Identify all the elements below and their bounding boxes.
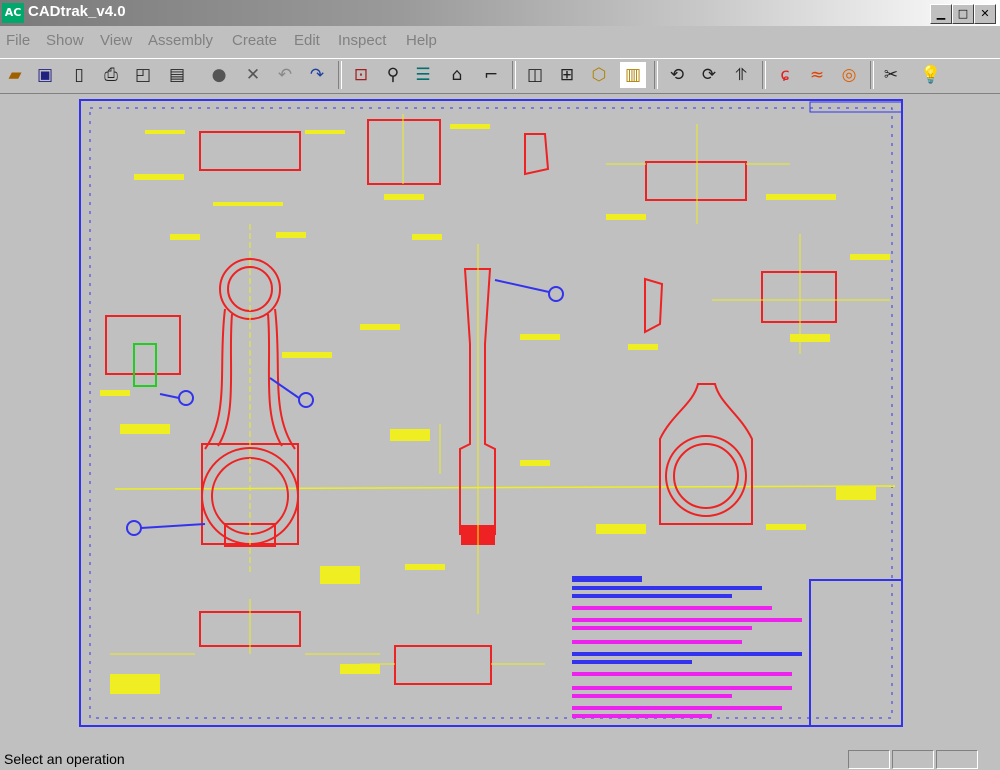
measure-icon[interactable]: ⌐ xyxy=(478,62,504,88)
bulb-icon[interactable]: 💡 xyxy=(918,62,944,88)
drawing-canvas[interactable] xyxy=(0,94,1000,744)
notes-block xyxy=(572,576,802,718)
toolbar-separator xyxy=(654,61,658,89)
redo-icon[interactable]: ↷ xyxy=(304,62,330,88)
rod-cap-view xyxy=(659,383,753,525)
toolbar-separator xyxy=(338,61,342,89)
title-bar: AC CADtrak_v4.0 ▁ □ ✕ xyxy=(0,0,1000,26)
new-icon[interactable]: ▯ xyxy=(66,62,92,88)
status-bar: Select an operation xyxy=(0,748,1000,770)
detail-views xyxy=(199,119,837,685)
menu-edit[interactable]: Edit xyxy=(294,32,320,49)
toolbar-separator xyxy=(870,61,874,89)
rotate-right-icon[interactable]: ⟳ xyxy=(696,62,722,88)
view-front-icon[interactable]: ◫ xyxy=(522,62,548,88)
save-icon[interactable]: ▣ xyxy=(32,62,58,88)
toolbar-separator xyxy=(512,61,516,89)
align-icon[interactable]: ☰ xyxy=(410,62,436,88)
menu-inspect[interactable]: Inspect xyxy=(338,32,386,49)
open-icon[interactable]: ▰ xyxy=(2,62,28,88)
flame-a-icon[interactable]: ɕ xyxy=(772,62,798,88)
print-icon[interactable]: ⎙ xyxy=(98,62,124,88)
clipboard-icon[interactable]: ▤ xyxy=(164,62,190,88)
menu-file[interactable]: File xyxy=(6,32,30,49)
maximize-button[interactable]: □ xyxy=(952,4,974,24)
title-block xyxy=(809,579,903,727)
horizontal-centerline xyxy=(114,485,896,490)
menu-bar: File Show View Assembly Create Edit Insp… xyxy=(0,28,1000,54)
cross-icon[interactable]: ✕ xyxy=(240,62,266,88)
view-iso-icon[interactable]: ⬡ xyxy=(586,62,612,88)
flame-c-icon[interactable]: ◎ xyxy=(836,62,862,88)
status-text: Select an operation xyxy=(4,751,125,767)
circle-icon[interactable]: ● xyxy=(206,62,232,88)
minimize-button[interactable]: ▁ xyxy=(930,4,952,24)
engineering-drawing[interactable] xyxy=(0,94,1000,744)
sheet-border xyxy=(79,99,903,727)
menu-help[interactable]: Help xyxy=(406,32,437,49)
status-cell xyxy=(892,750,934,769)
house-icon[interactable]: ⌂ xyxy=(444,62,470,88)
rotate-up-icon[interactable]: ⥣ xyxy=(728,62,754,88)
menu-assembly[interactable]: Assembly xyxy=(148,32,213,49)
undo-icon[interactable]: ↶ xyxy=(272,62,298,88)
menu-view[interactable]: View xyxy=(100,32,132,49)
zoom-icon[interactable]: ⚲ xyxy=(380,62,406,88)
close-button[interactable]: ✕ xyxy=(974,4,996,24)
fit-icon[interactable]: ⊡ xyxy=(348,62,374,88)
scissors-icon[interactable]: ✂ xyxy=(878,62,904,88)
menu-create[interactable]: Create xyxy=(232,32,277,49)
view-side-icon[interactable]: ▥ xyxy=(620,62,646,88)
window-title: CADtrak_v4.0 xyxy=(28,3,126,20)
rotate-left-icon[interactable]: ⟲ xyxy=(664,62,690,88)
flame-b-icon[interactable]: ≈ xyxy=(804,62,830,88)
callout-bubbles xyxy=(126,279,564,536)
menu-show[interactable]: Show xyxy=(46,32,84,49)
app-icon: AC xyxy=(2,3,24,23)
toolbar: ▰ ▣ ▯ ⎙ ◰ ▤ ● ✕ ↶ ↷ ⊡ ⚲ ☰ ⌂ ⌐ ◫ ⊞ ⬡ ▥ ⟲ … xyxy=(0,58,1000,94)
section-insert xyxy=(133,343,157,387)
status-cell xyxy=(848,750,890,769)
rod-front-view xyxy=(201,258,299,547)
preview-icon[interactable]: ◰ xyxy=(130,62,156,88)
status-cell xyxy=(936,750,978,769)
view-top-icon[interactable]: ⊞ xyxy=(554,62,580,88)
revision-block xyxy=(809,101,903,113)
toolbar-separator xyxy=(762,61,766,89)
